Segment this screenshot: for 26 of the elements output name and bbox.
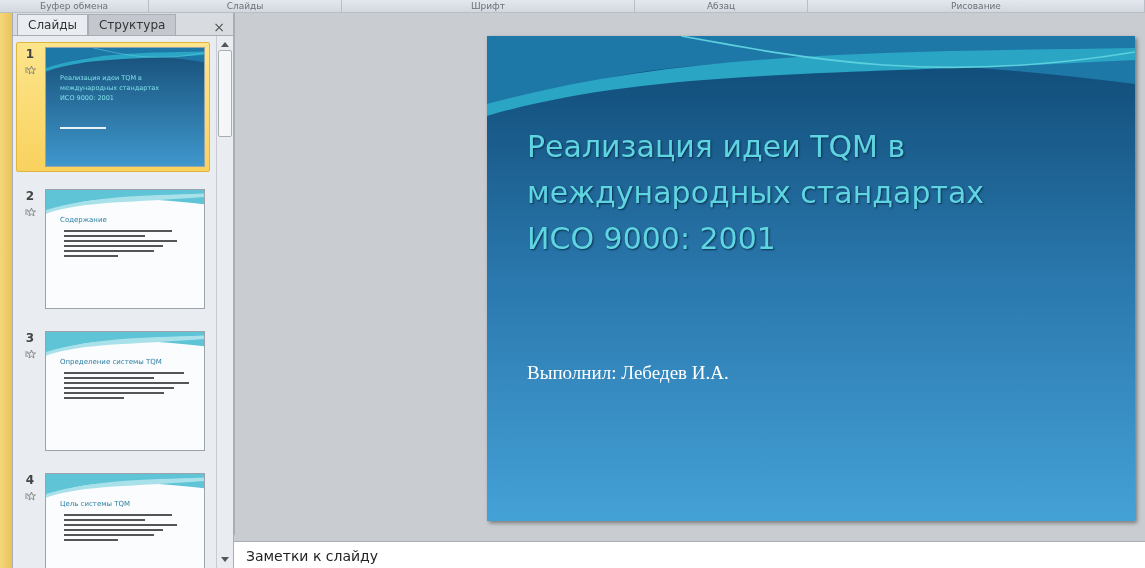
panel-tab[interactable]: Слайды [17, 14, 88, 35]
scroll-down-icon[interactable] [220, 556, 230, 564]
ribbon-group-label: Рисование [808, 0, 1145, 12]
animation-star-icon [24, 65, 36, 76]
slide-number: 2 [25, 189, 35, 203]
close-button[interactable]: × [209, 19, 229, 35]
ribbon-group-label: Шрифт [342, 0, 635, 12]
thumbnail-text-line [64, 397, 124, 399]
animation-star-icon [24, 491, 36, 502]
ribbon-group-label: Абзац [635, 0, 808, 12]
ribbon-group-label: Слайды [149, 0, 342, 12]
scroll-up-icon[interactable] [220, 40, 230, 48]
ribbon-group-label: Буфер обмена [0, 0, 149, 12]
thumbnail-text-line [64, 255, 118, 257]
panel-tab[interactable]: Структура [88, 14, 177, 35]
animation-star-icon [24, 349, 36, 360]
slide-number: 3 [25, 331, 35, 345]
scrollbar[interactable] [216, 36, 233, 568]
slide-title: Реализация идеи TQM в международных стандартах ИСО 9000: 2001 [527, 128, 986, 258]
slide-number: 4 [25, 473, 35, 487]
thumbnail-text-line [60, 127, 106, 130]
thumbnail-text-line [64, 539, 118, 541]
slide-number: 1 [25, 47, 35, 61]
scroll-thumb[interactable] [218, 50, 232, 137]
animation-star-icon [24, 207, 36, 218]
slide-subtitle: Выполнил: Лебедев И.А. [527, 362, 730, 384]
